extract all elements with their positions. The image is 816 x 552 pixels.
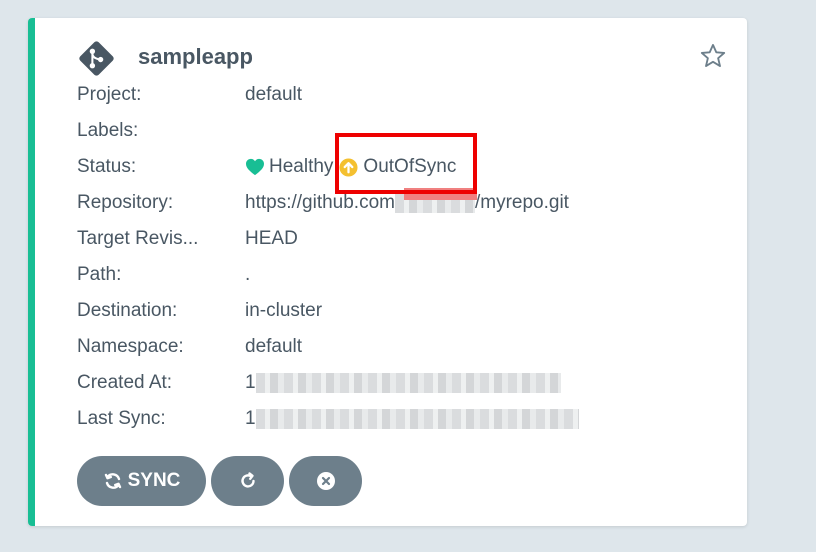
destination-label: Destination: [77,300,178,321]
sync-button[interactable]: SYNC [77,456,206,506]
target-revision-value: HEAD [245,228,298,249]
close-circle-icon [316,472,335,490]
last-sync-value: 1 [245,408,579,430]
project-value: default [245,84,303,105]
redacted-text [255,409,579,429]
repository-label: Repository: [77,192,174,213]
status-label: Status: [77,156,137,177]
last-sync-label: Last Sync: [77,408,166,429]
detail-row-project: Project: default [77,76,747,112]
path-label: Path: [77,264,122,285]
annotation-highlight-box [335,133,477,194]
namespace-label: Namespace: [77,336,184,357]
detail-row-created-at: Created At: 1 [77,364,747,400]
git-icon [79,41,114,76]
path-value: . [245,264,251,285]
target-revision-label: Target Revis... [77,228,199,249]
last-sync-prefix: 1 [245,408,256,429]
sync-button-label: SYNC [127,470,181,491]
detail-row-last-sync: Last Sync: 1 [77,400,747,436]
redacted-text [255,373,561,393]
detail-row-namespace: Namespace: default [77,328,747,364]
created-at-prefix: 1 [245,372,256,393]
detail-row-destination: Destination: in-cluster [77,292,747,328]
sync-icon [104,473,121,489]
detail-row-path: Path: . [77,256,747,292]
heart-icon [246,158,264,176]
labels-label: Labels: [77,120,139,141]
project-label: Project: [77,84,142,105]
detail-row-target-revision: Target Revis... HEAD [77,220,747,256]
namespace-value: default [245,336,303,357]
application-card[interactable]: sampleapp Project: default Labels: Statu… [28,18,747,526]
refresh-icon [240,472,255,488]
destination-value: in-cluster [245,300,323,321]
star-icon[interactable] [699,42,727,70]
created-at-value: 1 [245,372,561,394]
app-details: Project: default Labels: Status: Healthy… [77,76,747,436]
repository-url-suffix: /myrepo.git [474,192,569,213]
created-at-label: Created At: [77,372,173,393]
health-accent-bar [28,18,35,526]
health-status-text: Healthy [269,156,334,177]
app-name[interactable]: sampleapp [138,42,253,72]
repository-url-prefix: https://github.com [245,192,395,213]
refresh-button[interactable] [211,456,284,506]
delete-button[interactable] [289,456,362,506]
